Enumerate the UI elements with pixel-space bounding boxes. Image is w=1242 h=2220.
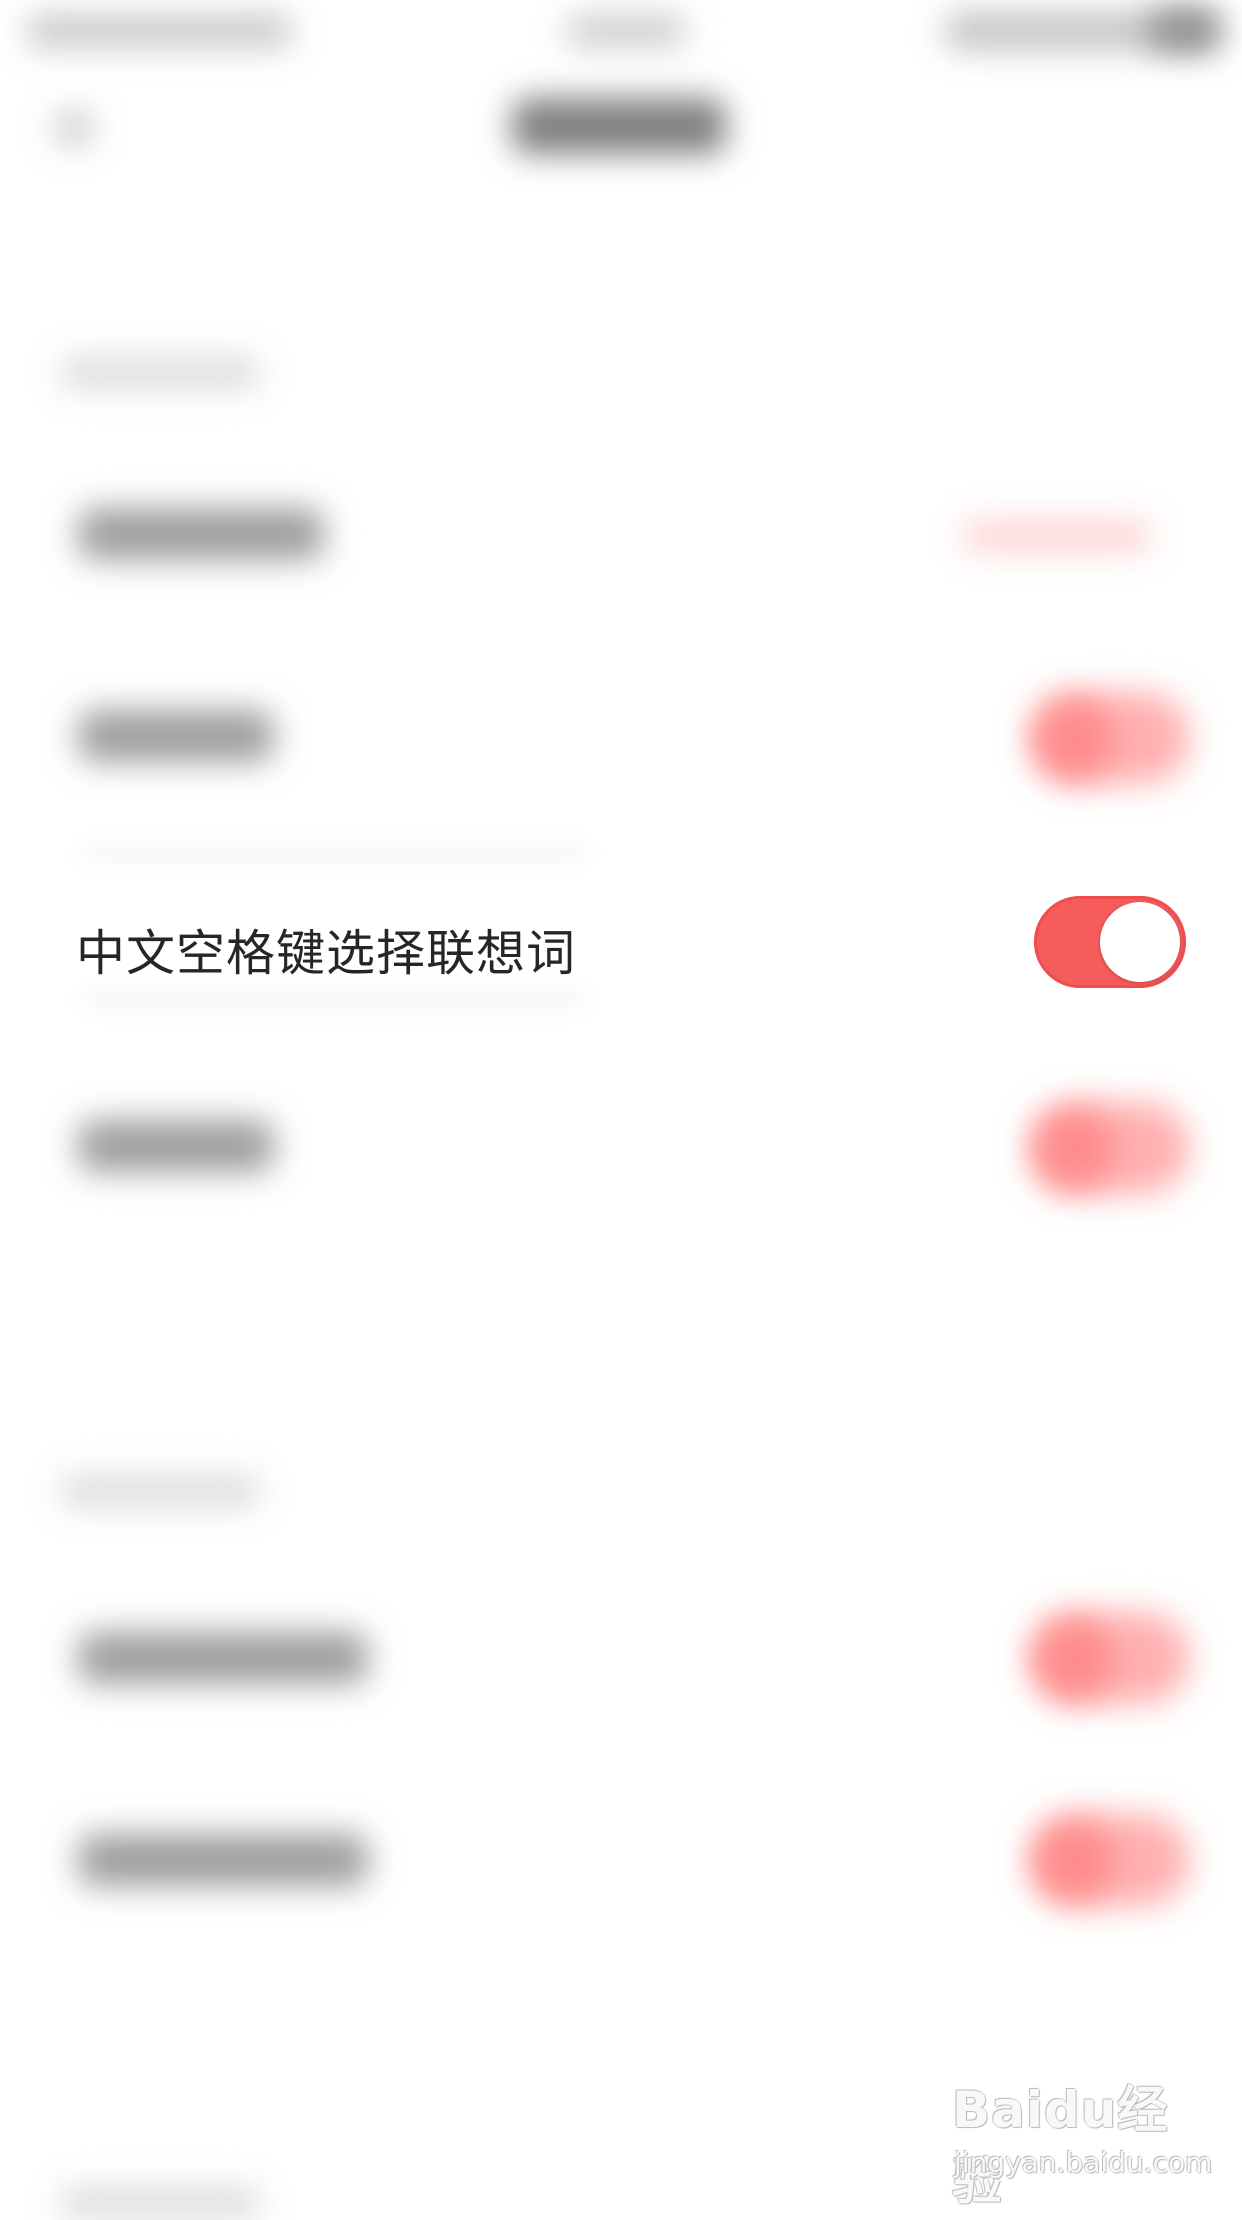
divider [84, 848, 584, 858]
status-bar-center [566, 14, 686, 48]
settings-row-label [78, 1834, 368, 1886]
toggle-switch[interactable] [1034, 896, 1186, 988]
section-header [60, 2186, 260, 2220]
settings-row-label [78, 710, 274, 762]
back-arrow-icon[interactable] [56, 110, 92, 146]
page-title [512, 98, 726, 154]
baidu-jingyan-logo: Baidu经验 [952, 2081, 1169, 2211]
toggle-knob [1100, 902, 1180, 982]
settings-row-label [78, 1632, 368, 1684]
section-header [60, 1474, 260, 1508]
settings-row-value[interactable] [962, 520, 1152, 552]
watermark-url: jingyan.baidu.com [954, 2146, 1213, 2179]
toggle-knob [1036, 1620, 1114, 1698]
settings-row-space-select-suggestion[interactable]: 中文空格键选择联想词 [0, 886, 1242, 1006]
toggle-knob [1036, 700, 1114, 778]
settings-row-label [78, 1120, 274, 1172]
section-header [60, 356, 260, 390]
battery-icon [1150, 10, 1220, 50]
settings-row-label [78, 508, 324, 560]
settings-row-label: 中文空格键选择联想词 [76, 925, 577, 982]
toggle-knob [1036, 1110, 1114, 1188]
status-bar-left [26, 14, 292, 48]
toggle-knob [1036, 1822, 1114, 1900]
watermark: Baidu经验 jingyan.baidu.com [950, 2062, 1212, 2211]
